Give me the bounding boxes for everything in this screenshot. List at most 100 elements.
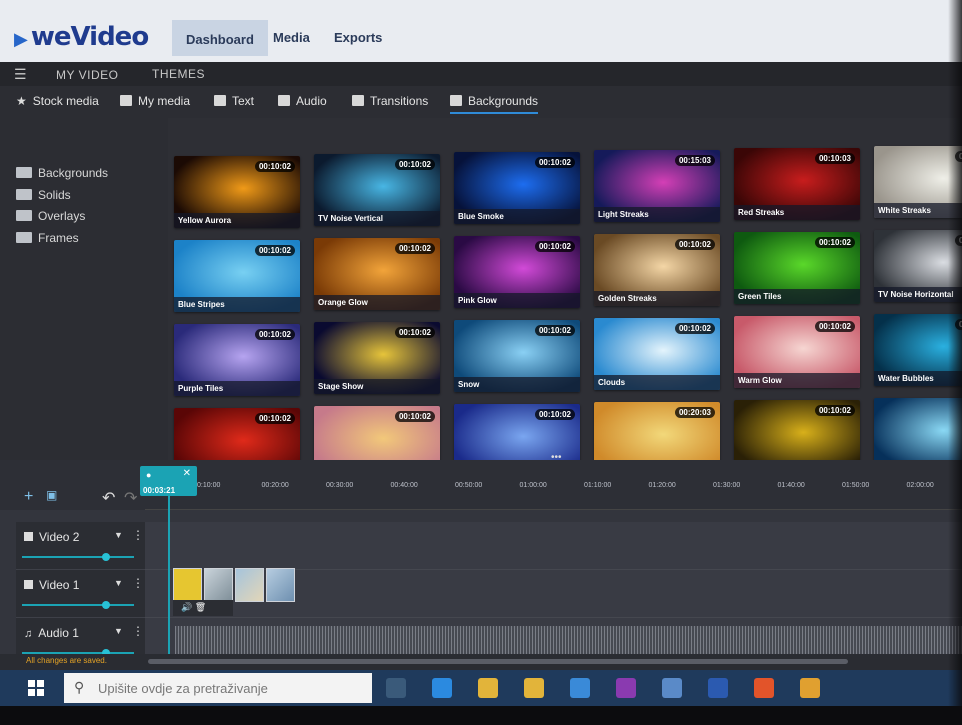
ruler-tick-label: 00:50:00 bbox=[455, 482, 483, 489]
folder-frames[interactable]: Frames bbox=[16, 231, 79, 245]
folder-icon bbox=[16, 167, 32, 178]
background-thumbnail[interactable]: 00:15:03 Light Streaks bbox=[594, 150, 720, 222]
text-icon bbox=[214, 95, 226, 106]
file-explorer-icon[interactable] bbox=[478, 678, 498, 698]
tab-label: Stock media bbox=[32, 94, 99, 108]
nav-media[interactable]: Media bbox=[259, 26, 324, 56]
tab-transitions[interactable]: Transitions bbox=[352, 94, 428, 108]
marker-icon[interactable]: ● bbox=[146, 470, 151, 480]
background-thumbnail[interactable]: 00:10:02 Purple Tiles bbox=[174, 324, 300, 396]
tab-backgrounds[interactable]: Backgrounds bbox=[450, 94, 539, 114]
background-thumbnail[interactable]: 00:10:02 Stage Show bbox=[314, 322, 440, 394]
chrome-icon[interactable] bbox=[800, 678, 820, 698]
background-name: Yellow Aurora bbox=[174, 213, 300, 228]
folder-backgrounds[interactable]: Backgrounds bbox=[16, 166, 108, 180]
chevron-down-icon[interactable]: ▼ bbox=[114, 578, 123, 588]
background-thumbnail[interactable]: 00:10:02 Blue Stripes bbox=[174, 240, 300, 312]
add-icon[interactable]: + bbox=[24, 488, 33, 506]
volume-knob[interactable] bbox=[102, 601, 110, 609]
folder-solids[interactable]: Solids bbox=[16, 188, 71, 202]
playhead-time: 00:03:21 bbox=[143, 486, 176, 495]
time-ruler[interactable]: 0:10:00 00:20:00 00:30:00 00:40:00 00:50:00 0… bbox=[145, 460, 962, 510]
volume-knob[interactable] bbox=[102, 553, 110, 561]
more-options-icon[interactable]: ⋮ bbox=[132, 624, 144, 638]
hamburger-icon[interactable]: ☰ bbox=[14, 66, 27, 83]
duration-badge: 00:10:02 bbox=[394, 159, 435, 170]
windows-start-icon[interactable] bbox=[28, 680, 44, 696]
tab-label: Audio bbox=[296, 94, 327, 108]
edge-icon[interactable] bbox=[432, 678, 452, 698]
network-icon[interactable] bbox=[662, 678, 682, 698]
undo-icon[interactable]: ↶ bbox=[102, 488, 115, 508]
duration-badge: 00:10:02 bbox=[534, 241, 575, 252]
folder-icon bbox=[16, 189, 32, 200]
tab-stock-media[interactable]: ★ Stock media bbox=[16, 94, 99, 108]
tab-my-media[interactable]: My media bbox=[120, 94, 190, 108]
background-thumbnail[interactable]: 00:10:02 Clouds bbox=[594, 318, 720, 390]
background-thumbnail[interactable]: 00:10:02 Yellow Aurora bbox=[174, 156, 300, 228]
office-icon[interactable] bbox=[754, 678, 774, 698]
background-thumbnail[interactable]: 00:10:02 Pink Glow bbox=[454, 236, 580, 308]
playhead-line bbox=[168, 496, 170, 670]
clip-thumbnail[interactable] bbox=[266, 568, 295, 602]
ruler-tick-label: 0:10:00 bbox=[197, 482, 221, 489]
background-name: Green Tiles bbox=[734, 289, 860, 304]
clip-thumbnail[interactable] bbox=[235, 568, 264, 602]
tab-audio[interactable]: Audio bbox=[278, 94, 327, 108]
taskbar-search[interactable]: ⚲ Upišite ovdje za pretraživanje bbox=[64, 673, 372, 703]
store-icon[interactable] bbox=[524, 678, 544, 698]
more-indicator[interactable]: ••• bbox=[551, 452, 562, 460]
background-thumbnail[interactable]: 00:10:02 bbox=[734, 400, 860, 460]
wevideo-logo[interactable]: ▶ weVideo bbox=[14, 22, 149, 52]
clip-tools[interactable]: 🔊 🗑 bbox=[173, 600, 233, 616]
volume-slider[interactable] bbox=[22, 601, 134, 609]
onenote-icon[interactable] bbox=[616, 678, 636, 698]
background-thumbnail[interactable]: 00:20:03 bbox=[594, 402, 720, 460]
camera-icon bbox=[120, 95, 132, 106]
background-thumbnail[interactable]: 00:10:02 Green Tiles bbox=[734, 232, 860, 304]
project-bar: ☰ MY VIDEO THEMES bbox=[0, 62, 962, 86]
folder-overlays[interactable]: Overlays bbox=[16, 209, 85, 223]
close-icon[interactable]: ✕ bbox=[183, 468, 191, 479]
track-body-video-2[interactable] bbox=[145, 522, 962, 570]
background-thumbnail[interactable]: 00:10:02 Golden Streaks bbox=[594, 234, 720, 306]
redo-icon[interactable]: ↷ bbox=[124, 488, 137, 508]
background-thumbnail[interactable]: 00:10:02 bbox=[174, 408, 300, 460]
playhead[interactable]: ● ✕ 00:03:21 bbox=[140, 466, 197, 496]
audio-waveform[interactable] bbox=[175, 626, 962, 656]
transitions-icon bbox=[352, 95, 364, 106]
add-track-icon[interactable]: ▣ bbox=[46, 488, 57, 502]
project-title[interactable]: MY VIDEO bbox=[56, 68, 118, 82]
horizontal-scrollbar[interactable] bbox=[148, 659, 848, 664]
clip-thumbnail[interactable] bbox=[204, 568, 233, 602]
more-options-icon[interactable]: ⋮ bbox=[132, 528, 144, 542]
tab-text[interactable]: Text bbox=[214, 94, 254, 108]
word-icon[interactable] bbox=[708, 678, 728, 698]
media-tabs: ★ Stock media My media Text Audio Transit… bbox=[0, 86, 962, 118]
background-name: Warm Glow bbox=[734, 373, 860, 388]
clip-yellow[interactable] bbox=[173, 568, 202, 602]
background-thumbnail[interactable]: 00:10:02 Orange Glow bbox=[314, 238, 440, 310]
video-track-icon bbox=[24, 580, 33, 589]
chevron-down-icon[interactable]: ▼ bbox=[114, 626, 123, 636]
duration-badge: 00:10:02 bbox=[254, 245, 295, 256]
tab-label: Transitions bbox=[370, 94, 429, 108]
mail-icon[interactable] bbox=[570, 678, 590, 698]
background-thumbnail[interactable]: 00:10:02 bbox=[314, 406, 440, 460]
more-options-icon[interactable]: ⋮ bbox=[132, 576, 144, 590]
background-thumbnail[interactable]: 00:10:02 Warm Glow bbox=[734, 316, 860, 388]
folder-label: Solids bbox=[38, 188, 71, 202]
themes-tab[interactable]: THEMES bbox=[152, 67, 205, 81]
chevron-down-icon[interactable]: ▼ bbox=[114, 530, 123, 540]
task-view-icon[interactable] bbox=[386, 678, 406, 698]
background-thumbnail[interactable]: 00:10:02 TV Noise Vertical bbox=[314, 154, 440, 226]
nav-exports[interactable]: Exports bbox=[320, 26, 396, 56]
folder-label: Overlays bbox=[38, 209, 86, 223]
background-thumbnail[interactable]: 00:10:02 Blue Smoke bbox=[454, 152, 580, 224]
background-name: Blue Stripes bbox=[174, 297, 300, 312]
nav-dashboard[interactable]: Dashboard bbox=[172, 20, 268, 56]
volume-slider[interactable] bbox=[22, 553, 134, 561]
duration-badge: 00:10:02 bbox=[394, 243, 435, 254]
background-thumbnail[interactable]: 00:10:02 Snow bbox=[454, 320, 580, 392]
background-thumbnail[interactable]: 00:10:03 Red Streaks bbox=[734, 148, 860, 220]
